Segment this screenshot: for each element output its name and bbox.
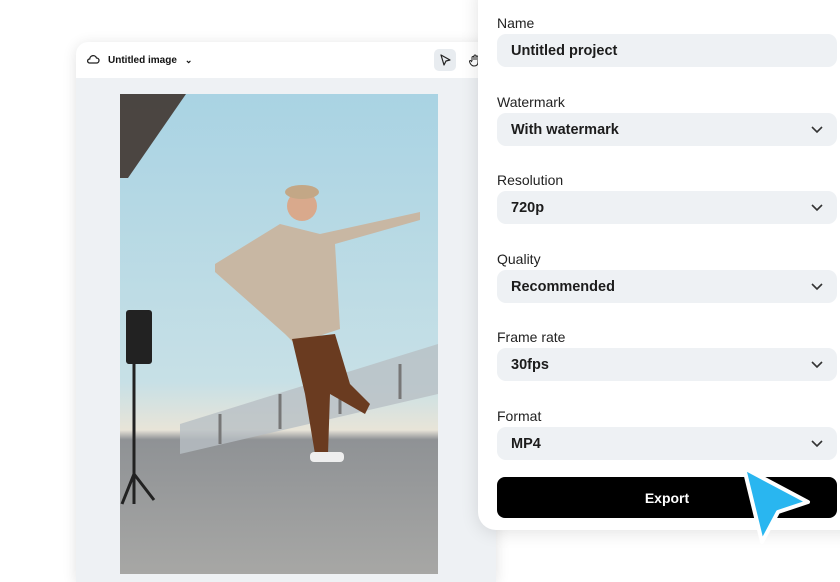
editor-header: Untitled image ⌄: [76, 42, 496, 78]
field-value: MP4: [511, 435, 541, 452]
chevron-down-icon: [811, 436, 823, 452]
field-value: 720p: [511, 199, 545, 216]
field-value: 30fps: [511, 356, 549, 373]
field-label: Watermark: [497, 94, 565, 110]
chevron-down-icon[interactable]: ⌄: [185, 55, 193, 66]
pointer-cursor-icon: [738, 462, 814, 553]
chevron-down-icon: [811, 357, 823, 373]
field-label: Frame rate: [497, 329, 566, 345]
field-value: With watermark: [511, 121, 619, 138]
select-frame-rate[interactable]: 30fps: [497, 348, 837, 381]
select-tool-button[interactable]: [434, 49, 456, 71]
select-watermark[interactable]: With watermark: [497, 113, 837, 146]
select-resolution[interactable]: 720p: [497, 191, 837, 224]
chevron-down-icon: [811, 200, 823, 216]
field-value: Untitled project: [511, 42, 618, 59]
select-quality[interactable]: Recommended: [497, 270, 837, 303]
field-value: Recommended: [511, 278, 615, 295]
field-label: Quality: [497, 251, 541, 267]
field-label: Format: [497, 408, 542, 424]
document-title[interactable]: Untitled image: [108, 55, 177, 66]
chevron-down-icon: [811, 122, 823, 138]
chevron-down-icon: [811, 279, 823, 295]
field-label: Resolution: [497, 172, 564, 188]
cloud-icon[interactable]: [86, 53, 100, 68]
select-format[interactable]: MP4: [497, 427, 837, 460]
field-label: Name: [497, 15, 535, 31]
editor-window: Untitled image ⌄: [76, 42, 496, 582]
canvas-photo[interactable]: [120, 94, 438, 574]
name-input[interactable]: Untitled project: [497, 34, 837, 67]
export-settings-panel: Export Name Untitled project Watermark With…: [478, 0, 840, 530]
